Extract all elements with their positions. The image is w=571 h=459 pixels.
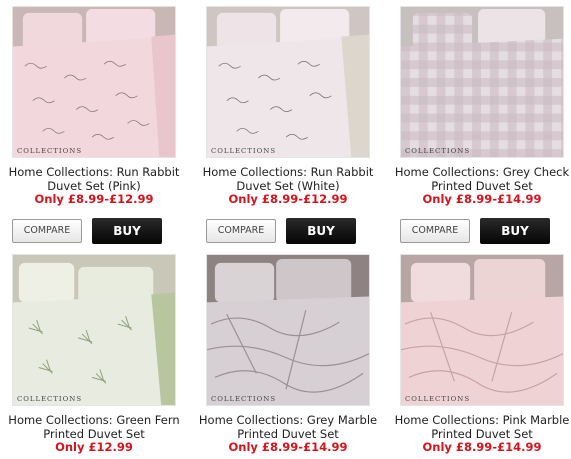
product-image[interactable]: COLLECTIONS xyxy=(12,6,176,158)
product-price: Only £12.99 xyxy=(55,440,133,454)
product-image[interactable]: COLLECTIONS xyxy=(206,6,370,158)
product-price: Only £8.99-£14.99 xyxy=(422,440,542,454)
buy-button[interactable]: BUY xyxy=(480,218,550,244)
product-price: Only £8.99-£14.99 xyxy=(422,192,542,206)
compare-button[interactable]: COMPARE xyxy=(12,219,82,243)
product-price: Only £8.99-£14.99 xyxy=(228,440,348,454)
compare-button[interactable]: COMPARE xyxy=(400,219,470,243)
buy-button[interactable]: BUY xyxy=(92,218,162,244)
product-title[interactable]: Home Collections: Run Rabbit Duvet Set (… xyxy=(0,165,188,193)
svg-text:COLLECTIONS: COLLECTIONS xyxy=(211,147,276,155)
product-title[interactable]: Home Collections: Grey Marble Printed Du… xyxy=(194,413,382,441)
svg-text:COLLECTIONS: COLLECTIONS xyxy=(405,395,470,403)
compare-button[interactable]: COMPARE xyxy=(206,219,276,243)
product-image[interactable]: COLLECTIONS xyxy=(12,254,176,406)
product-title[interactable]: Home Collections: Run Rabbit Duvet Set (… xyxy=(194,165,382,193)
product-title[interactable]: Home Collections: Grey Check Printed Duv… xyxy=(388,165,571,193)
product-image[interactable]: COLLECTIONS xyxy=(400,254,564,406)
product-image[interactable]: COLLECTIONS xyxy=(206,254,370,406)
product-price: Only £8.99-£12.99 xyxy=(228,192,348,206)
svg-text:COLLECTIONS: COLLECTIONS xyxy=(405,147,470,155)
svg-text:COLLECTIONS: COLLECTIONS xyxy=(17,395,82,403)
product-image[interactable]: COLLECTIONS xyxy=(400,6,564,158)
product-price: Only £8.99-£12.99 xyxy=(34,192,154,206)
svg-text:COLLECTIONS: COLLECTIONS xyxy=(17,147,82,155)
product-grid: COLLECTIONS Home Collections: Run Rabbit… xyxy=(0,0,571,459)
svg-text:COLLECTIONS: COLLECTIONS xyxy=(211,395,276,403)
buy-button[interactable]: BUY xyxy=(286,218,356,244)
product-title[interactable]: Home Collections: Green Fern Printed Duv… xyxy=(0,413,188,441)
product-title[interactable]: Home Collections: Pink Marble Printed Du… xyxy=(388,413,571,441)
